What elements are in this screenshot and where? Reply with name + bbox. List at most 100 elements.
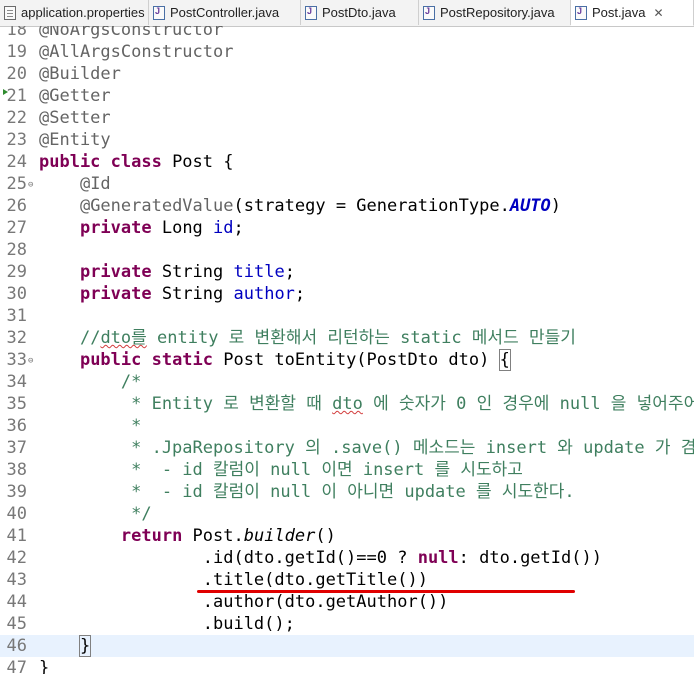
code-line[interactable]: 43 .title(dto.getTitle()) [0, 569, 694, 591]
code-line[interactable]: 37 * .JpaRepository 의 .save() 메소드는 inser… [0, 437, 694, 459]
line-number: 30 [6, 284, 27, 304]
code-text: * - id 칼럼이 null 이 아니면 update 를 시도한다. [39, 481, 575, 503]
code-line[interactable]: 21 @Getter [0, 85, 694, 107]
code-token: Post { [161, 152, 234, 172]
code-text: } [39, 657, 49, 674]
code-token: * - id 칼럼이 null 이면 insert 를 시도하고 [39, 460, 523, 480]
line-number: 36 [6, 416, 27, 436]
line-number: 35 [6, 394, 27, 414]
tab-label: PostDto.java [322, 5, 396, 20]
code-editor[interactable]: 47} 46 } 45 .build(); 44 .author(dto.getAut… [0, 26, 694, 674]
close-tab-icon[interactable]: ✕ [653, 6, 663, 20]
code-token: (strategy = GenerationType. [233, 196, 510, 216]
code-text: */ [39, 503, 152, 525]
code-token: /* [39, 372, 142, 392]
tab-postrepository-java[interactable]: PostRepository.java [419, 0, 571, 25]
code-text: * - id 칼럼이 null 이면 insert 를 시도하고 [39, 459, 523, 481]
code-line[interactable]: 34 /* [0, 371, 694, 393]
code-token: { [498, 349, 511, 371]
code-line[interactable]: 26 @GeneratedValue(strategy = Generation… [0, 195, 694, 217]
tab-postdto-java[interactable]: PostDto.java [301, 0, 419, 25]
fold-toggle-icon[interactable]: ⊖ [28, 174, 37, 196]
code-line[interactable]: 20 @Builder [0, 63, 694, 85]
line-number: 39 [6, 482, 27, 502]
code-text: @Id [39, 173, 111, 195]
code-token: private [79, 218, 152, 238]
code-token: dto를 [100, 328, 147, 348]
line-number: 45 [6, 614, 27, 634]
code-token: */ [39, 504, 152, 524]
code-token: * .JpaRepository 의 .save() 메소드는 insert 와… [39, 438, 694, 458]
code-text: //dto를 entity 로 변환해서 리턴하는 static 메서드 만들기 [39, 327, 576, 349]
line-number: 33 [6, 350, 27, 370]
code-line[interactable]: 39 * - id 칼럼이 null 이 아니면 update 를 시도한다. [0, 481, 694, 503]
code-line[interactable]: 25 ⊖ @Id [0, 173, 694, 195]
code-token: ; [294, 284, 306, 304]
code-line[interactable]: 27 private Long id; [0, 217, 694, 239]
tab-post-java[interactable]: Post.java ✕ [571, 0, 694, 26]
code-line[interactable]: 42 .id(dto.getId()==0 ? null: dto.getId(… [0, 547, 694, 569]
code-line[interactable]: 33 ⊖ public static Post toEntity(PostDto … [0, 349, 694, 371]
code-token: Post toEntity(PostDto dto) [213, 350, 500, 370]
code-token: * - id 칼럼이 null 이 아니면 update 를 시도한다. [39, 482, 575, 502]
line-number: 20 [6, 64, 27, 84]
code-line[interactable]: 35 * Entity 로 변환할 때 dto 에 숫자가 0 인 경우에 nu… [0, 393, 694, 415]
code-line[interactable]: 22 @Setter [0, 107, 694, 129]
code-line[interactable]: 18 @NoArgsConstructor [0, 26, 694, 41]
tab-application-properties[interactable]: application.properties [0, 0, 149, 25]
line-number: 32 [6, 328, 27, 348]
code-line[interactable]: 46 } [0, 635, 694, 657]
code-token: @Setter [39, 108, 111, 128]
code-line[interactable]: 23 @Entity [0, 129, 694, 151]
code-text: .id(dto.getId()==0 ? null: dto.getId()) [39, 547, 602, 569]
tab-label: PostController.java [170, 5, 280, 20]
line-number: 47 [6, 658, 27, 674]
red-underline-annotation [197, 590, 575, 593]
code-line[interactable]: 41 return Post.builder() [0, 525, 694, 547]
code-line[interactable]: 29 private String title; [0, 261, 694, 283]
code-line[interactable]: 32 //dto를 entity 로 변환해서 리턴하는 static 메서드 … [0, 327, 694, 349]
line-number: 31 [6, 306, 27, 326]
line-number: 23 [6, 130, 27, 150]
code-token: Long [151, 218, 214, 238]
code-text: @AllArgsConstructor [39, 41, 233, 63]
code-text: } [39, 635, 92, 657]
line-number: 41 [6, 526, 27, 546]
code-line[interactable]: 28 [0, 239, 694, 261]
code-line[interactable]: 19 @AllArgsConstructor [0, 41, 694, 63]
java-file-icon [575, 5, 587, 20]
code-text: .build(); [39, 613, 295, 635]
code-token: AUTO [509, 196, 551, 216]
override-marker-icon [3, 89, 8, 95]
code-text: public class Post { [39, 151, 233, 173]
code-text: @GeneratedValue(strategy = GenerationTyp… [39, 195, 561, 217]
fold-toggle-icon[interactable]: ⊖ [28, 350, 37, 372]
tab-postcontroller-java[interactable]: PostController.java [149, 0, 301, 25]
code-text: @Getter [39, 85, 111, 107]
code-line[interactable]: 30 private String author; [0, 283, 694, 305]
code-line[interactable]: 38 * - id 칼럼이 null 이면 insert 를 시도하고 [0, 459, 694, 481]
code-line[interactable]: 36 * [0, 415, 694, 437]
code-line[interactable]: 24 public class Post { [0, 151, 694, 173]
java-file-icon [305, 5, 317, 20]
code-text: private Long id; [39, 217, 244, 239]
code-token: id [213, 218, 234, 238]
code-line[interactable]: 45 .build(); [0, 613, 694, 635]
code-line[interactable]: 31 [0, 305, 694, 327]
code-token: } [78, 635, 92, 657]
code-text: * [39, 415, 141, 437]
code-line[interactable]: 40 */ [0, 503, 694, 525]
code-line[interactable]: 47} [0, 657, 694, 674]
code-line[interactable]: 44 .author(dto.getAuthor()) [0, 591, 694, 613]
code-token: * [39, 416, 142, 436]
code-token: @Getter [39, 86, 111, 106]
code-text: * .JpaRepository 의 .save() 메소드는 insert 와… [39, 437, 694, 459]
